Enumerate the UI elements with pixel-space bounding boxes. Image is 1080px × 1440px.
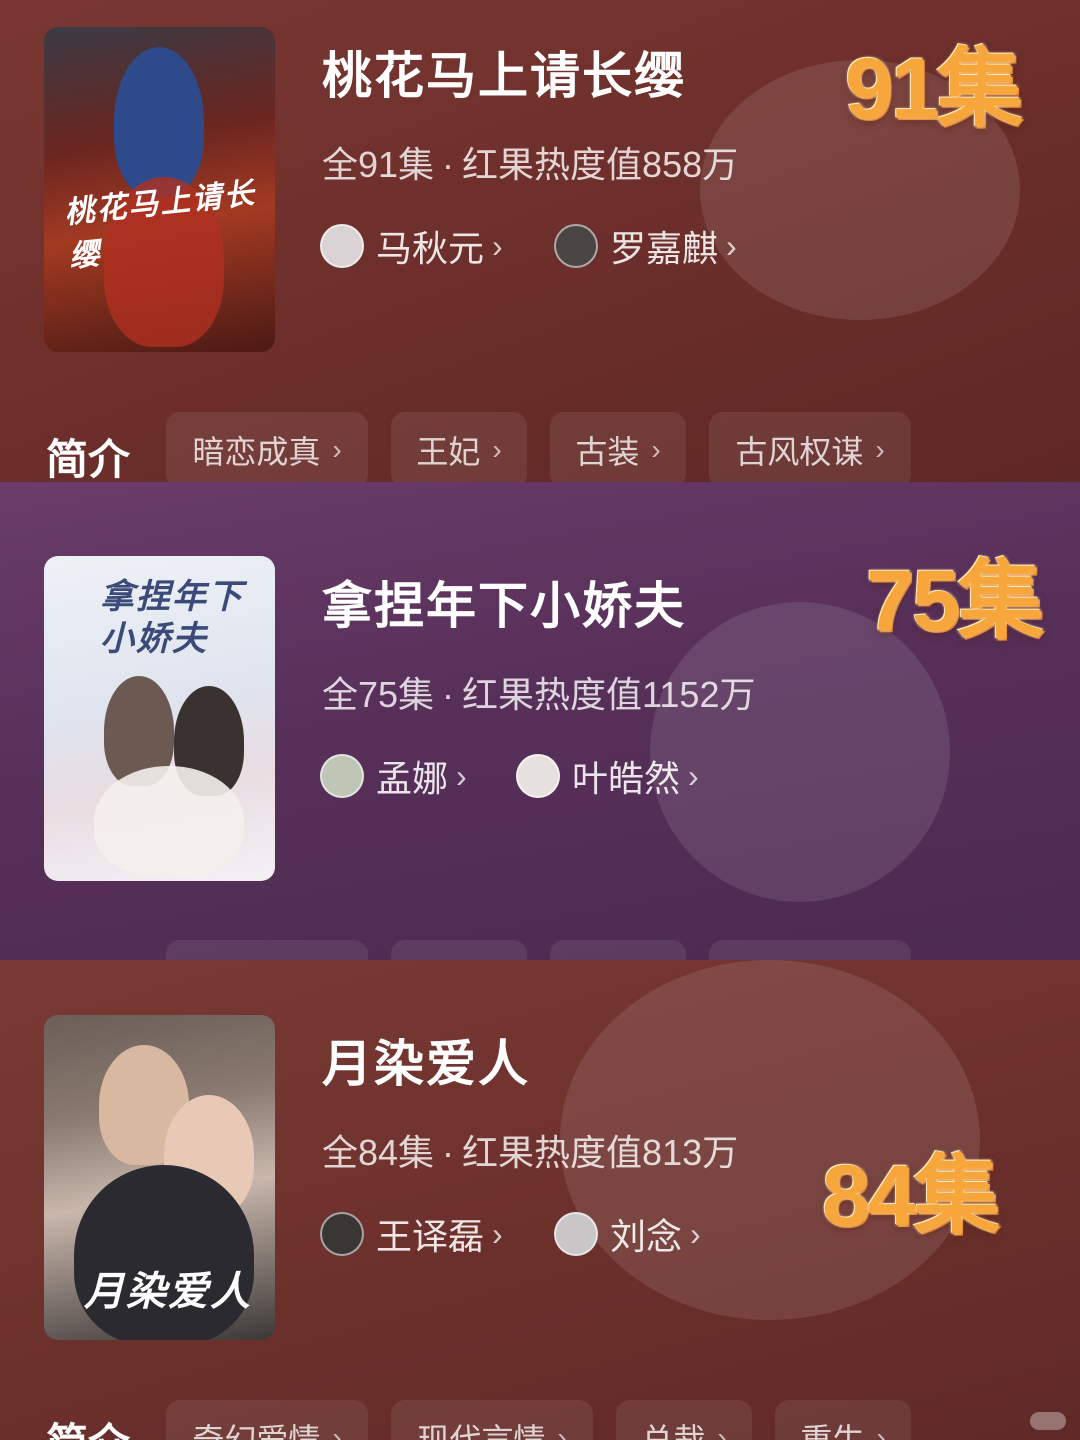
tag-label: 古风权谋 xyxy=(735,434,864,470)
actor-link[interactable]: 王译磊 › xyxy=(320,1210,503,1258)
tag-chip[interactable] xyxy=(166,940,368,960)
poster-title: 拿捏年下小娇夫 xyxy=(100,577,244,659)
tag-label: 现代言情 xyxy=(417,1422,546,1440)
episode-count: 全84集 xyxy=(322,1132,435,1173)
tag-label: 古装 xyxy=(575,434,640,470)
chevron-right-icon: › xyxy=(651,434,661,465)
meta-separator: · xyxy=(442,144,455,185)
actor-link[interactable]: 刘念 › xyxy=(554,1210,701,1258)
actor-link[interactable]: 孟娜 › xyxy=(320,752,467,800)
tag-chip[interactable] xyxy=(391,940,527,960)
poster-title: 月染爱人 xyxy=(84,1268,252,1315)
episode-badge: 91集 xyxy=(845,41,1023,137)
chevron-right-icon: › xyxy=(492,227,503,264)
intro-label: 简介 xyxy=(46,1410,130,1440)
tag-chip[interactable]: 现代言情 › xyxy=(391,1400,593,1440)
heat-value: 红果热度值1152万 xyxy=(462,674,756,715)
poster-dress xyxy=(94,766,244,876)
tag-chip[interactable]: 奇幻爱情 › xyxy=(166,1400,368,1440)
episode-badge: 84集 xyxy=(822,1148,1000,1244)
actor-name: 孟娜 xyxy=(376,758,449,799)
actor-name: 刘念 xyxy=(610,1216,683,1257)
avatar xyxy=(320,1212,364,1256)
drama-poster[interactable]: 桃花马上请长缨 xyxy=(44,27,275,352)
tag-chip[interactable]: 王妃 › xyxy=(391,412,527,482)
tag-chip[interactable]: 暗恋成真 › xyxy=(166,412,368,482)
avatar xyxy=(516,754,560,798)
meta-separator: · xyxy=(442,1132,455,1173)
episode-badge: 75集 xyxy=(866,553,1044,649)
drama-title[interactable]: 拿捏年下小娇夫 xyxy=(322,566,686,638)
actor-name: 罗嘉麒 xyxy=(610,228,719,269)
episode-count: 全75集 xyxy=(322,674,435,715)
tag-chip[interactable] xyxy=(709,940,911,960)
chevron-right-icon: › xyxy=(876,1422,886,1440)
avatar xyxy=(554,1212,598,1256)
chevron-right-icon: › xyxy=(332,434,342,465)
drama-card-2[interactable]: 拿捏年下小娇夫 拿捏年下小娇夫 全75集 · 红果热度值1152万 孟娜 › 叶皓然… xyxy=(0,482,1080,960)
watermark-badge xyxy=(1030,1412,1066,1430)
chevron-right-icon: › xyxy=(688,757,699,794)
drama-card-3[interactable]: 月染爱人 月染爱人 全84集 · 红果热度值813万 王译磊 › 刘念 › 84集 … xyxy=(0,960,1080,1440)
actor-name: 叶皓然 xyxy=(572,758,681,799)
actor-name: 王译磊 xyxy=(376,1216,485,1257)
chevron-right-icon: › xyxy=(717,1422,727,1440)
drama-meta: 全75集 · 红果热度值1152万 xyxy=(322,666,755,718)
tag-chip[interactable]: 古风权谋 › xyxy=(709,412,911,482)
drama-title[interactable]: 月染爱人 xyxy=(322,1024,530,1096)
actor-link[interactable]: 罗嘉麒 › xyxy=(554,222,737,270)
chevron-right-icon: › xyxy=(492,1215,503,1252)
episode-count: 全91集 xyxy=(322,144,435,185)
avatar xyxy=(554,224,598,268)
drama-meta: 全91集 · 红果热度值858万 xyxy=(322,136,738,188)
drama-title[interactable]: 桃花马上请长缨 xyxy=(322,36,686,108)
heat-value: 红果热度值858万 xyxy=(462,144,739,185)
drama-poster[interactable]: 拿捏年下小娇夫 xyxy=(44,556,275,881)
tag-label: 总裁 xyxy=(641,1422,706,1440)
avatar xyxy=(320,224,364,268)
drama-card-1[interactable]: 桃花马上请长缨 桃花马上请长缨 全91集 · 红果热度值858万 马秋元 › 罗嘉麒… xyxy=(0,0,1080,482)
chevron-right-icon: › xyxy=(492,434,502,465)
tag-label: 重生 xyxy=(800,1422,865,1440)
chevron-right-icon: › xyxy=(690,1215,701,1252)
tag-chip[interactable] xyxy=(550,940,686,960)
tag-label: 暗恋成真 xyxy=(192,434,321,470)
meta-separator: · xyxy=(442,674,455,715)
drama-meta: 全84集 · 红果热度值813万 xyxy=(322,1124,738,1176)
tag-chip[interactable]: 古装 › xyxy=(550,412,686,482)
avatar xyxy=(320,754,364,798)
chevron-right-icon: › xyxy=(332,1422,342,1440)
intro-label: 简介 xyxy=(46,436,131,482)
chevron-right-icon: › xyxy=(875,434,885,465)
actor-name: 马秋元 xyxy=(376,228,485,269)
tag-chip[interactable]: 总裁 › xyxy=(616,1400,752,1440)
tag-label: 奇幻爱情 xyxy=(192,1422,321,1440)
drama-poster[interactable]: 月染爱人 xyxy=(44,1015,275,1340)
heat-value: 红果热度值813万 xyxy=(462,1132,739,1173)
tag-chip[interactable]: 重生 › xyxy=(775,1400,911,1440)
chevron-right-icon: › xyxy=(456,757,467,794)
poster-title: 桃花马上请长缨 xyxy=(62,176,258,275)
actor-link[interactable]: 叶皓然 › xyxy=(516,752,699,800)
chevron-right-icon: › xyxy=(726,227,737,264)
tag-label: 王妃 xyxy=(416,434,481,470)
actor-link[interactable]: 马秋元 › xyxy=(320,222,503,270)
chevron-right-icon: › xyxy=(557,1422,567,1440)
